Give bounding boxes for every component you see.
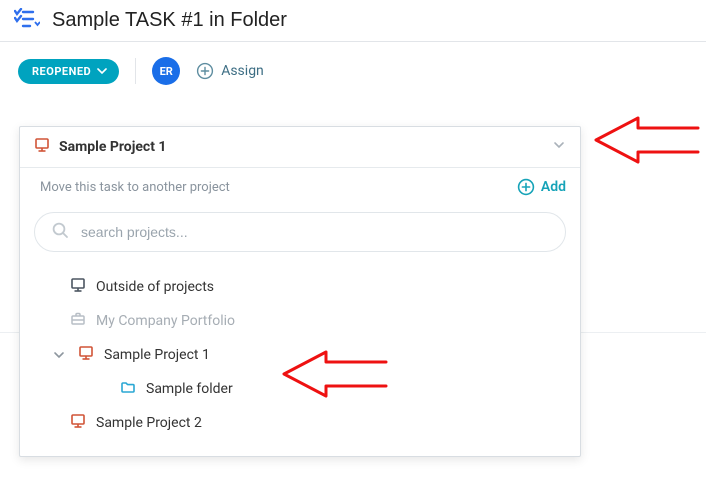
tree-label: My Company Portfolio: [96, 313, 235, 329]
add-label: Add: [541, 179, 566, 195]
plus-circle-icon: [196, 62, 214, 80]
folder-icon: [120, 379, 136, 399]
panel-project-name: Sample Project 1: [59, 139, 543, 155]
search-box[interactable]: [34, 212, 566, 252]
tree-item-sample-folder[interactable]: Sample folder: [28, 372, 576, 406]
task-list-icon[interactable]: [14, 8, 40, 34]
tree-item-portfolio[interactable]: My Company Portfolio: [28, 304, 576, 338]
plus-circle-icon: [517, 178, 535, 196]
chevron-down-icon[interactable]: [50, 349, 68, 361]
briefcase-icon: [70, 311, 86, 331]
search-icon: [51, 221, 69, 243]
panel-header-row[interactable]: Sample Project 1: [20, 127, 580, 168]
tree-item-outside[interactable]: Outside of projects: [28, 270, 576, 304]
tree-label: Sample Project 2: [96, 415, 202, 431]
project-icon: [70, 413, 86, 433]
tree-label: Outside of projects: [96, 279, 214, 295]
assign-button[interactable]: Assign: [196, 62, 264, 80]
assign-label: Assign: [221, 63, 264, 79]
avatar[interactable]: ER: [152, 57, 180, 85]
project-picker-panel: Sample Project 1 Move this task to anoth…: [19, 126, 581, 457]
toolbar-divider: [135, 58, 136, 84]
add-button[interactable]: Add: [517, 178, 566, 196]
project-icon: [78, 345, 94, 365]
task-title-input[interactable]: [52, 9, 694, 32]
project-icon: [70, 277, 86, 297]
chevron-down-icon[interactable]: [552, 138, 566, 156]
panel-hint: Move this task to another project: [40, 180, 517, 195]
chevron-down-icon: [97, 66, 107, 76]
project-tree: Outside of projects My Company Portfolio…: [20, 262, 580, 456]
tree-label: Sample folder: [146, 381, 233, 397]
status-label: REOPENED: [32, 65, 91, 78]
tree-item-project1[interactable]: Sample Project 1: [28, 338, 576, 372]
status-pill-reopened[interactable]: REOPENED: [18, 59, 119, 84]
annotation-arrow: [590, 114, 700, 174]
tree-item-project2[interactable]: Sample Project 2: [28, 406, 576, 440]
project-icon: [34, 137, 50, 157]
tree-label: Sample Project 1: [104, 347, 210, 363]
search-input[interactable]: [79, 223, 549, 241]
